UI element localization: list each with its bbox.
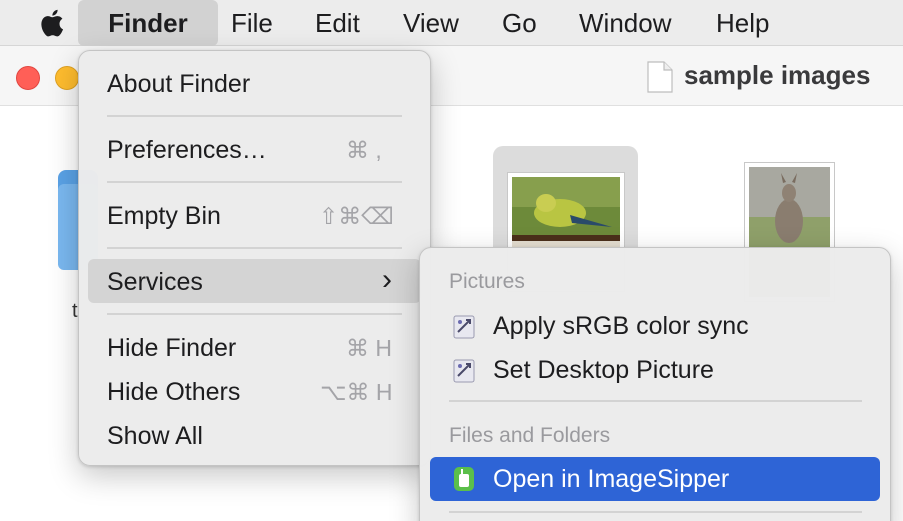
automator-service-icon [453, 359, 475, 383]
file-label-partial: t [72, 300, 78, 322]
menu-item-apply-srgb[interactable]: Apply sRGB color sync [493, 306, 873, 346]
menu-item-label: About Finder [107, 70, 251, 98]
menu-separator [107, 181, 402, 183]
menubar-view[interactable]: View [403, 0, 459, 46]
menu-item-label: Show All [107, 422, 203, 450]
menu-item-label: Empty Bin [107, 202, 221, 230]
finder-menu: About Finder Preferences… ⌘ , Empty Bin … [78, 50, 431, 466]
menu-separator [107, 247, 402, 249]
menu-item-label: Services [107, 268, 203, 296]
apple-logo-icon[interactable] [37, 8, 69, 38]
window-title: sample images [684, 60, 871, 90]
menu-item-label: Hide Others [107, 378, 241, 406]
menubar-window[interactable]: Window [579, 0, 671, 46]
imagesipper-app-icon [454, 467, 474, 491]
empty-bin-shortcut: ⇧⌘⌫ [319, 203, 394, 229]
document-icon [647, 61, 673, 93]
hide-others-shortcut: ⌥⌘ H [320, 379, 393, 405]
close-button[interactable] [16, 66, 40, 90]
menu-item-label: Preferences… [107, 136, 267, 164]
minimize-button[interactable] [55, 66, 79, 90]
menu-item-label: Open in ImageSipper [493, 465, 730, 493]
menu-item-label: Set Desktop Picture [493, 356, 714, 384]
hide-finder-shortcut: ⌘ H [346, 335, 392, 361]
automator-service-icon [453, 315, 475, 339]
menu-item-show-all[interactable]: Show All [107, 416, 407, 456]
menu-item-services[interactable]: Services [107, 262, 407, 302]
menu-separator [107, 313, 402, 315]
menu-item-label: Apply sRGB color sync [493, 312, 749, 340]
menubar-finder[interactable]: Finder [78, 0, 218, 46]
submenu-arrow-icon: › [382, 263, 392, 296]
preferences-shortcut: ⌘ , [346, 137, 382, 163]
menu-bar: Finder File Edit View Go Window Help [0, 0, 903, 46]
menu-separator [449, 400, 862, 402]
menubar-file[interactable]: File [231, 0, 273, 46]
menu-item-about-finder[interactable]: About Finder [107, 64, 407, 104]
menubar-edit[interactable]: Edit [315, 0, 360, 46]
menu-separator [449, 511, 862, 513]
menubar-help[interactable]: Help [716, 0, 769, 46]
section-header-pictures: Pictures [449, 270, 525, 293]
menu-item-label: Hide Finder [107, 334, 237, 362]
services-submenu: Pictures Apply sRGB color sync Set Deskt… [419, 247, 891, 521]
menu-item-set-desktop-picture[interactable]: Set Desktop Picture [493, 350, 873, 390]
menu-item-open-in-imagesipper[interactable]: Open in ImageSipper [493, 459, 873, 499]
menubar-go[interactable]: Go [502, 0, 537, 46]
menu-separator [107, 115, 402, 117]
section-header-files-folders: Files and Folders [449, 424, 611, 447]
